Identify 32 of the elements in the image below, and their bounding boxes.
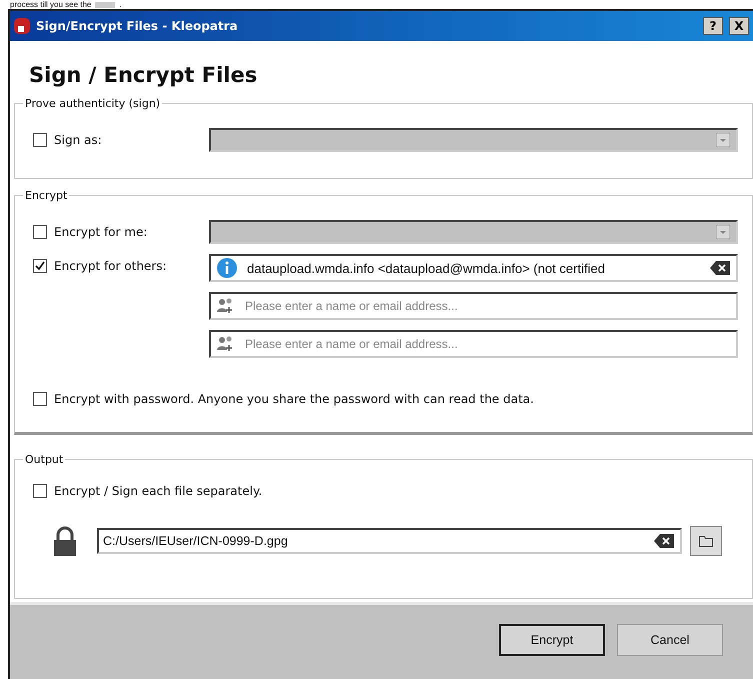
recipient-field[interactable]: Please enter a name or email address...	[209, 292, 738, 320]
dialog-button[interactable]: Cancel	[617, 624, 723, 656]
clear-icon[interactable]	[710, 261, 730, 275]
check-icon	[34, 260, 46, 272]
group-title: Prove authenticity (sign)	[24, 97, 162, 110]
dialog-button[interactable]: Encrypt	[499, 624, 605, 656]
recipient-field[interactable]: dataupload.wmda.info <dataupload@wmda.info> (not certified	[209, 254, 738, 282]
folder-icon	[699, 535, 713, 547]
help-button[interactable]: ?	[703, 17, 723, 35]
placeholder-text: Please enter a name or email address...	[245, 299, 459, 313]
info-icon	[217, 258, 237, 278]
add-user-icon	[217, 336, 235, 352]
lock-icon	[53, 526, 77, 556]
output-path-text: C:/Users/IEUser/ICN-0999-D.gpg	[103, 534, 289, 548]
group-title: Encrypt	[24, 189, 68, 202]
clear-icon[interactable]	[654, 534, 674, 548]
browse-button[interactable]	[690, 526, 722, 556]
app-icon	[14, 18, 30, 34]
caption-text: .	[119, 0, 122, 9]
add-user-icon	[217, 298, 235, 314]
checkbox[interactable]: Encrypt with password. Anyone you share the password with can read the data.	[33, 392, 534, 406]
recipient-field[interactable]: Please enter a name or email address...	[209, 330, 738, 358]
dialog-heading: Sign / Encrypt Files	[28, 62, 258, 89]
placeholder-text: Please enter a name or email address...	[245, 337, 459, 351]
checkbox[interactable]: Encrypt / Sign each file separately.	[33, 484, 262, 498]
group-title: Output	[24, 453, 64, 466]
close-button[interactable]: X	[729, 17, 749, 35]
recipient-text: dataupload.wmda.info <dataupload@wmda.info> (not certified	[247, 260, 606, 276]
output-path-field[interactable]: C:/Users/IEUser/ICN-0999-D.gpg	[97, 528, 682, 554]
window-title: Sign/Encrypt Files - Kleopatra	[36, 19, 238, 33]
caption-text: process till you see the	[10, 0, 92, 9]
checkbox[interactable]: Encrypt for others:	[33, 259, 209, 273]
